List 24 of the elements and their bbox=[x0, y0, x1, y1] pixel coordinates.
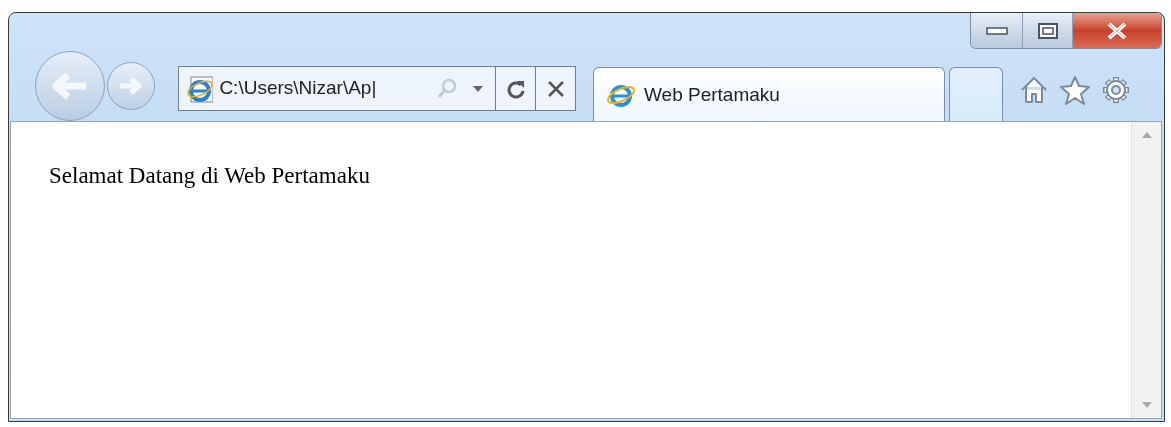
refresh-icon bbox=[505, 78, 526, 99]
dropdown-caret-icon[interactable] bbox=[472, 84, 484, 93]
browser-page-icon bbox=[185, 73, 214, 104]
minimize-icon bbox=[985, 26, 1008, 35]
browser-tab[interactable]: Web Pertamaku bbox=[593, 67, 945, 122]
home-icon[interactable] bbox=[1019, 75, 1049, 105]
address-text: C:\Users\Nizar\Ap| bbox=[219, 76, 378, 101]
new-tab-button[interactable] bbox=[949, 67, 1003, 121]
scroll-down-icon[interactable] bbox=[1141, 402, 1152, 408]
scroll-up-icon[interactable] bbox=[1141, 132, 1152, 138]
close-icon bbox=[1106, 21, 1128, 40]
star-icon[interactable] bbox=[1059, 75, 1091, 105]
search-icon bbox=[437, 77, 457, 100]
settings-icon[interactable] bbox=[1101, 75, 1131, 105]
maximize-icon bbox=[1036, 21, 1059, 40]
address-bar[interactable]: C:\Users\Nizar\Ap| bbox=[178, 66, 576, 111]
vertical-scrollbar[interactable] bbox=[1131, 122, 1161, 418]
forward-button[interactable] bbox=[107, 62, 155, 110]
close-button[interactable] bbox=[1073, 13, 1161, 48]
maximize-button[interactable] bbox=[1023, 13, 1073, 48]
minimize-button[interactable] bbox=[971, 13, 1023, 48]
forward-arrow-icon bbox=[118, 76, 144, 96]
page-heading-text: Selamat Datang di Web Pertamaku bbox=[49, 162, 371, 190]
stop-icon bbox=[546, 79, 565, 98]
